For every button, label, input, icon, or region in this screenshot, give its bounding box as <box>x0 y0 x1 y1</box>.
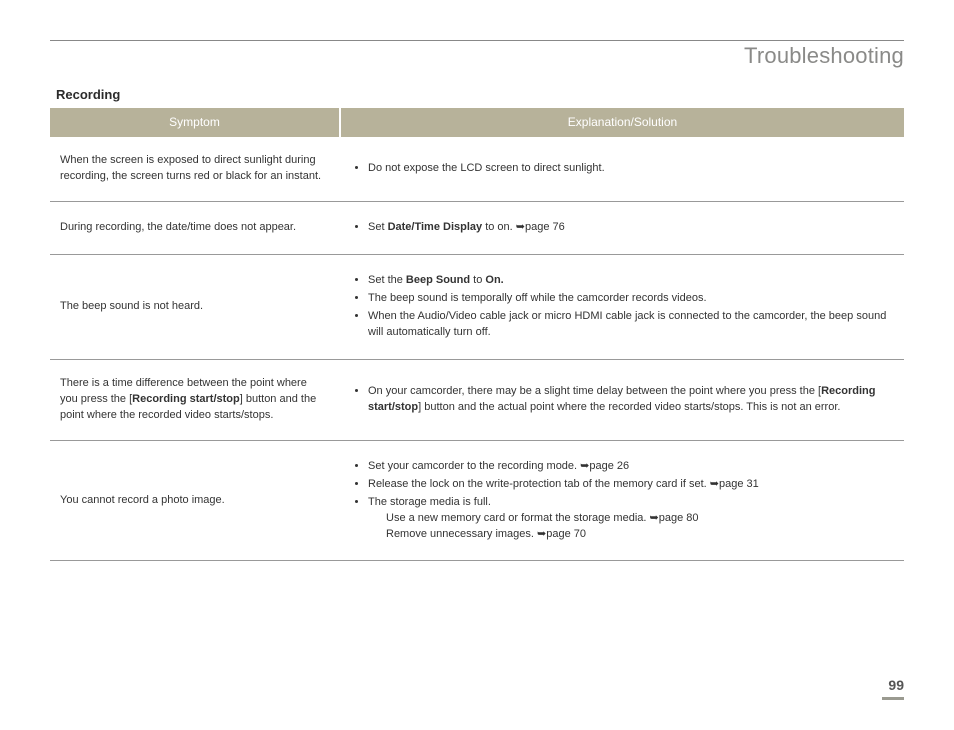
solution-cell: On your camcorder, there may be a slight… <box>340 359 904 440</box>
page-ref-arrow-icon: ➥ <box>650 512 659 524</box>
text: Remove unnecessary images. <box>386 528 537 540</box>
table-row: During recording, the date/time does not… <box>50 202 904 255</box>
table-row: The beep sound is not heard. Set the Bee… <box>50 255 904 360</box>
page-title: Troubleshooting <box>50 43 904 69</box>
page: Troubleshooting Recording Symptom Explan… <box>0 0 954 730</box>
table-row: When the screen is exposed to direct sun… <box>50 137 904 201</box>
text: On your camcorder, there may be a slight… <box>368 385 821 397</box>
page-ref: page 80 <box>659 512 699 524</box>
symptom-cell: During recording, the date/time does not… <box>50 202 340 255</box>
solution-item: Set your camcorder to the recording mode… <box>368 459 894 475</box>
section-heading-recording: Recording <box>56 87 904 102</box>
text: ] button and the actual point where the … <box>418 401 840 413</box>
solution-cell: Set your camcorder to the recording mode… <box>340 440 904 561</box>
page-ref: page 26 <box>589 460 629 472</box>
footer: 99 <box>882 677 904 700</box>
text: Set <box>368 221 388 233</box>
page-ref: page 76 <box>525 221 565 233</box>
header-rule <box>50 40 904 41</box>
page-number: 99 <box>882 677 904 693</box>
solution-item: When the Audio/Video cable jack or micro… <box>368 309 894 341</box>
symptom-cell: The beep sound is not heard. <box>50 255 340 360</box>
col-header-symptom: Symptom <box>50 108 340 137</box>
table-header-row: Symptom Explanation/Solution <box>50 108 904 137</box>
bold-text: Recording start/stop <box>132 393 240 405</box>
text: Set your camcorder to the recording mode… <box>368 460 580 472</box>
footer-bar <box>882 697 904 700</box>
table-row: You cannot record a photo image. Set you… <box>50 440 904 561</box>
solution-subitem: Remove unnecessary images. ➥page 70 <box>386 527 894 543</box>
col-header-solution: Explanation/Solution <box>340 108 904 137</box>
page-ref-arrow-icon: ➥ <box>516 221 525 233</box>
text: Set the <box>368 274 406 286</box>
solution-cell: Set the Beep Sound to On. The beep sound… <box>340 255 904 360</box>
bold-text: On. <box>485 274 503 286</box>
page-ref-arrow-icon: ➥ <box>537 528 546 540</box>
symptom-cell: There is a time difference between the p… <box>50 359 340 440</box>
text: to on. <box>482 221 516 233</box>
symptom-cell: You cannot record a photo image. <box>50 440 340 561</box>
text: Use a new memory card or format the stor… <box>386 512 650 524</box>
solution-cell: Set Date/Time Display to on. ➥page 76 <box>340 202 904 255</box>
bold-text: Date/Time Display <box>388 221 483 233</box>
table-row: There is a time difference between the p… <box>50 359 904 440</box>
solution-subitem: Use a new memory card or format the stor… <box>386 511 894 527</box>
solution-item: Set the Beep Sound to On. <box>368 273 894 289</box>
solution-item: The storage media is full. Use a new mem… <box>368 495 894 543</box>
text: to <box>470 274 485 286</box>
page-ref-arrow-icon: ➥ <box>710 478 719 490</box>
solution-item: The beep sound is temporally off while t… <box>368 291 894 307</box>
solution-cell: Do not expose the LCD screen to direct s… <box>340 137 904 201</box>
text: The storage media is full. <box>368 496 491 508</box>
text: Release the lock on the write-protection… <box>368 478 710 490</box>
page-ref-arrow-icon: ➥ <box>580 460 589 472</box>
solution-item: Release the lock on the write-protection… <box>368 477 894 493</box>
symptom-cell: When the screen is exposed to direct sun… <box>50 137 340 201</box>
troubleshooting-table: Symptom Explanation/Solution When the sc… <box>50 108 904 561</box>
bold-text: Beep Sound <box>406 274 470 286</box>
solution-item: On your camcorder, there may be a slight… <box>368 384 894 416</box>
solution-item: Do not expose the LCD screen to direct s… <box>368 161 894 177</box>
page-ref: page 31 <box>719 478 759 490</box>
solution-item: Set Date/Time Display to on. ➥page 76 <box>368 220 894 236</box>
page-ref: page 70 <box>546 528 586 540</box>
